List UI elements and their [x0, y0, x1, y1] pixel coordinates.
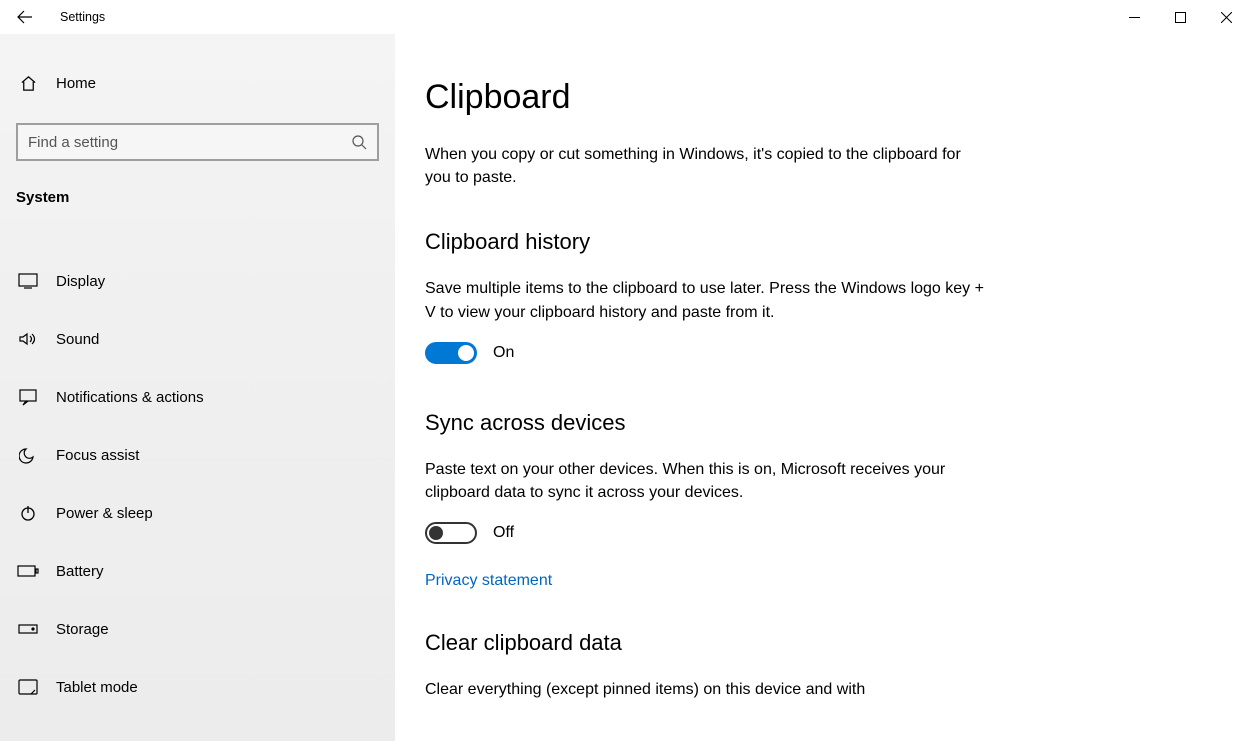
navitem-label: Tablet mode: [56, 679, 138, 696]
page-title: Clipboard: [425, 78, 1249, 117]
arrow-left-icon: [16, 8, 34, 26]
clipboard-history-toggle[interactable]: [425, 342, 477, 364]
focus-assist-icon: [16, 446, 40, 464]
section-clear-heading: Clear clipboard data: [425, 630, 1249, 656]
search-input-container[interactable]: [16, 123, 379, 161]
home-icon: [16, 74, 40, 93]
tablet-icon: [16, 679, 40, 695]
navitem-label: Focus assist: [56, 447, 139, 464]
navitem-label: Display: [56, 273, 105, 290]
sidebar-item-sound[interactable]: Sound: [0, 310, 395, 368]
close-button[interactable]: [1203, 0, 1249, 34]
sidebar-item-battery[interactable]: Battery: [0, 542, 395, 600]
navitem-label: Storage: [56, 621, 109, 638]
section-history-heading: Clipboard history: [425, 229, 1249, 255]
navitem-label: Sound: [56, 331, 99, 348]
sync-devices-state: Off: [493, 524, 514, 542]
minimize-icon: [1129, 12, 1140, 23]
sidebar-item-notifications[interactable]: Notifications & actions: [0, 368, 395, 426]
section-history-desc: Save multiple items to the clipboard to …: [425, 277, 985, 323]
sidebar-category: System: [0, 179, 395, 212]
navitem-label: Battery: [56, 563, 104, 580]
sidebar-home-label: Home: [56, 75, 96, 92]
window-title: Settings: [60, 10, 105, 24]
sidebar-home[interactable]: Home: [0, 64, 395, 103]
display-icon: [16, 273, 40, 289]
sidebar-item-display[interactable]: Display: [0, 252, 395, 310]
storage-icon: [16, 623, 40, 635]
privacy-statement-link[interactable]: Privacy statement: [425, 572, 1249, 590]
navitem-label: Notifications & actions: [56, 389, 204, 406]
sidebar-item-storage[interactable]: Storage: [0, 600, 395, 658]
section-clear-desc: Clear everything (except pinned items) o…: [425, 678, 985, 701]
back-button[interactable]: [0, 0, 50, 34]
power-icon: [16, 504, 40, 522]
page-intro: When you copy or cut something in Window…: [425, 143, 985, 189]
notifications-icon: [16, 388, 40, 406]
search-input[interactable]: [28, 134, 351, 151]
content-pane: Clipboard When you copy or cut something…: [395, 34, 1249, 741]
clipboard-history-state: On: [493, 344, 514, 362]
sound-icon: [16, 331, 40, 347]
maximize-icon: [1175, 12, 1186, 23]
sync-devices-toggle[interactable]: [425, 522, 477, 544]
section-sync-heading: Sync across devices: [425, 410, 1249, 436]
maximize-button[interactable]: [1157, 0, 1203, 34]
navitem-label: Power & sleep: [56, 505, 153, 522]
close-icon: [1221, 12, 1232, 23]
sidebar: Home System Display Sound: [0, 34, 395, 741]
sidebar-item-tablet-mode[interactable]: Tablet mode: [0, 658, 395, 716]
battery-icon: [16, 565, 40, 577]
sidebar-item-power-sleep[interactable]: Power & sleep: [0, 484, 395, 542]
section-sync-desc: Paste text on your other devices. When t…: [425, 458, 985, 504]
titlebar: Settings: [0, 0, 1249, 34]
search-icon: [351, 134, 367, 150]
minimize-button[interactable]: [1111, 0, 1157, 34]
sidebar-item-focus-assist[interactable]: Focus assist: [0, 426, 395, 484]
